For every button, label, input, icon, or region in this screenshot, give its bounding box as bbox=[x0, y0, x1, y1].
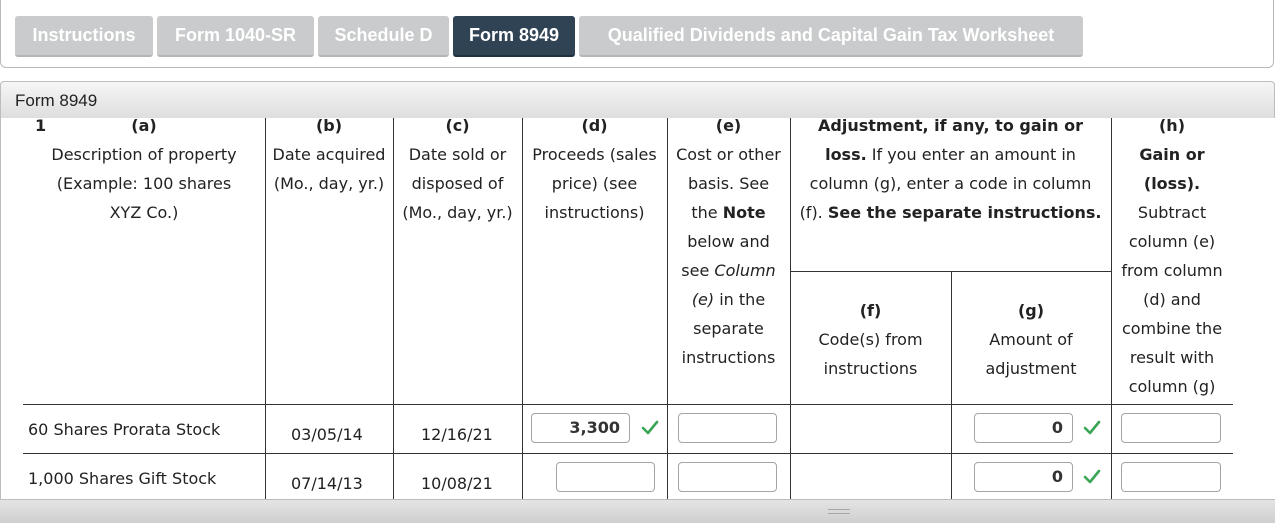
row-description: 1,000 Shares Gift Stock bbox=[28, 469, 217, 488]
column-d-header: (d) Proceeds (sales price) (see instruct… bbox=[522, 118, 667, 227]
column-text: result with bbox=[1129, 348, 1215, 367]
row-date-acquired: 03/05/14 bbox=[291, 425, 363, 444]
adjustment-text: (f). See the separate instructions. bbox=[790, 198, 1111, 227]
column-text: Description of property bbox=[51, 145, 237, 164]
column-text: the bbox=[691, 203, 718, 222]
column-e-header: (e) Cost or other basis. See the Note be… bbox=[667, 118, 790, 372]
gain-loss-input[interactable] bbox=[1121, 413, 1221, 443]
column-text: Amount of bbox=[989, 330, 1073, 349]
adjustment-text: loss. If you enter an amount in bbox=[790, 140, 1111, 169]
column-letter: (d) bbox=[581, 118, 608, 135]
column-h-header: (h) Gain or (loss). Subtract column (e) … bbox=[1111, 118, 1233, 401]
column-text: (Mo., day, yr.) bbox=[402, 203, 513, 222]
column-title: (loss). bbox=[1143, 174, 1201, 193]
column-text: disposed of bbox=[411, 174, 504, 193]
panel-title: Form 8949 bbox=[15, 91, 98, 110]
column-text: column (g) bbox=[1128, 377, 1216, 396]
column-text: (d) and bbox=[1143, 290, 1201, 309]
column-text: Date sold or bbox=[408, 145, 507, 164]
grid-line bbox=[790, 271, 1112, 272]
row-date-sold: 10/08/21 bbox=[421, 474, 493, 493]
column-text: Cost or other bbox=[676, 145, 781, 164]
column-text: the Note bbox=[667, 198, 790, 227]
adjustment-text: If you enter an amount in bbox=[866, 145, 1076, 164]
column-letter: (b) bbox=[315, 118, 343, 135]
adjustment-title: Adjustment, if any, to gain or bbox=[818, 118, 1083, 135]
column-text: from column bbox=[1121, 261, 1223, 280]
tab-qualified-dividends-worksheet[interactable]: Qualified Dividends and Capital Gain Tax… bbox=[579, 16, 1083, 57]
proceeds-input[interactable] bbox=[556, 462, 655, 492]
tab-form-8949[interactable]: Form 8949 bbox=[453, 16, 575, 57]
column-a-header: (a) Description of property (Example: 10… bbox=[23, 118, 265, 227]
tab-bar: Instructions Form 1040-SR Schedule D For… bbox=[0, 0, 1274, 68]
resize-bar[interactable] bbox=[0, 499, 1275, 523]
column-text: Date acquired bbox=[272, 145, 386, 164]
proceeds-input[interactable]: 3,300 bbox=[531, 413, 630, 443]
column-text: instructions) bbox=[544, 203, 645, 222]
column-b-header: (b) Date acquired (Mo., day, yr.) bbox=[265, 118, 393, 198]
adjustment-amount-input[interactable]: 0 bbox=[974, 462, 1073, 492]
column-text: see Column bbox=[667, 256, 790, 285]
adjustment-amount-input[interactable]: 0 bbox=[974, 413, 1073, 443]
column-ref: Column bbox=[714, 261, 776, 280]
tab-instructions[interactable]: Instructions bbox=[15, 16, 153, 57]
panel-header: Form 8949 bbox=[0, 81, 1275, 118]
column-text: Code(s) from bbox=[818, 330, 923, 349]
column-text: basis. See bbox=[687, 174, 770, 193]
column-c-header: (c) Date sold or disposed of (Mo., day, … bbox=[393, 118, 522, 227]
column-text: below and bbox=[687, 232, 770, 251]
column-f-header: (f) Code(s) from instructions bbox=[790, 296, 951, 383]
check-icon bbox=[1083, 420, 1101, 435]
row-date-sold: 12/16/21 bbox=[421, 425, 493, 444]
grid-line bbox=[23, 404, 1233, 405]
form-8949-content: 1 (a) Description of property (Example: … bbox=[0, 118, 1275, 499]
column-g-header: (g) Amount of adjustment bbox=[951, 296, 1111, 383]
column-text: XYZ Co.) bbox=[109, 203, 179, 222]
column-letter: (a) bbox=[131, 118, 157, 135]
gain-loss-input[interactable] bbox=[1121, 462, 1221, 492]
adjustment-text: column (g), enter a code in column bbox=[809, 174, 1092, 193]
column-letter: (e) bbox=[715, 118, 742, 135]
grid-line bbox=[23, 453, 1233, 454]
column-text: column (e) bbox=[1128, 232, 1216, 251]
column-text: in the bbox=[719, 290, 766, 309]
cost-basis-input[interactable] bbox=[678, 413, 777, 443]
column-ref: (e) bbox=[691, 290, 715, 309]
column-text: adjustment bbox=[985, 359, 1077, 378]
row-date-acquired: 07/14/13 bbox=[291, 474, 363, 493]
row-description: 60 Shares Prorata Stock bbox=[28, 420, 221, 439]
adjustment-bold: See the separate instructions. bbox=[827, 203, 1102, 222]
drag-handle-icon[interactable] bbox=[828, 509, 850, 514]
column-letter: (f) bbox=[859, 301, 882, 320]
column-text: price) (see bbox=[551, 174, 638, 193]
adjustment-text: (f). bbox=[799, 203, 828, 222]
column-text: separate bbox=[693, 319, 764, 338]
column-text: Subtract bbox=[1137, 203, 1207, 222]
column-text: Proceeds (sales bbox=[532, 145, 657, 164]
note-label: Note bbox=[722, 203, 766, 222]
column-text: see bbox=[681, 261, 710, 280]
adjustment-header: Adjustment, if any, to gain or loss. If … bbox=[790, 118, 1111, 227]
column-text: instructions bbox=[823, 359, 918, 378]
cost-basis-input[interactable] bbox=[678, 462, 777, 492]
column-text: (e) in the bbox=[667, 285, 790, 314]
check-icon bbox=[641, 420, 659, 435]
column-text: combine the bbox=[1121, 319, 1223, 338]
column-letter: (h) bbox=[1158, 118, 1185, 135]
tab-schedule-d[interactable]: Schedule D bbox=[318, 16, 449, 57]
check-icon bbox=[1083, 469, 1101, 484]
tab-form-1040-sr[interactable]: Form 1040-SR bbox=[157, 16, 314, 57]
column-title: Gain or bbox=[1139, 145, 1205, 164]
column-text: instructions bbox=[681, 348, 776, 367]
adjustment-bold: loss. bbox=[825, 145, 867, 164]
column-letter: (g) bbox=[1017, 301, 1045, 320]
column-letter: (c) bbox=[445, 118, 470, 135]
column-text: (Example: 100 shares bbox=[56, 174, 232, 193]
column-text: (Mo., day, yr.) bbox=[273, 174, 385, 193]
